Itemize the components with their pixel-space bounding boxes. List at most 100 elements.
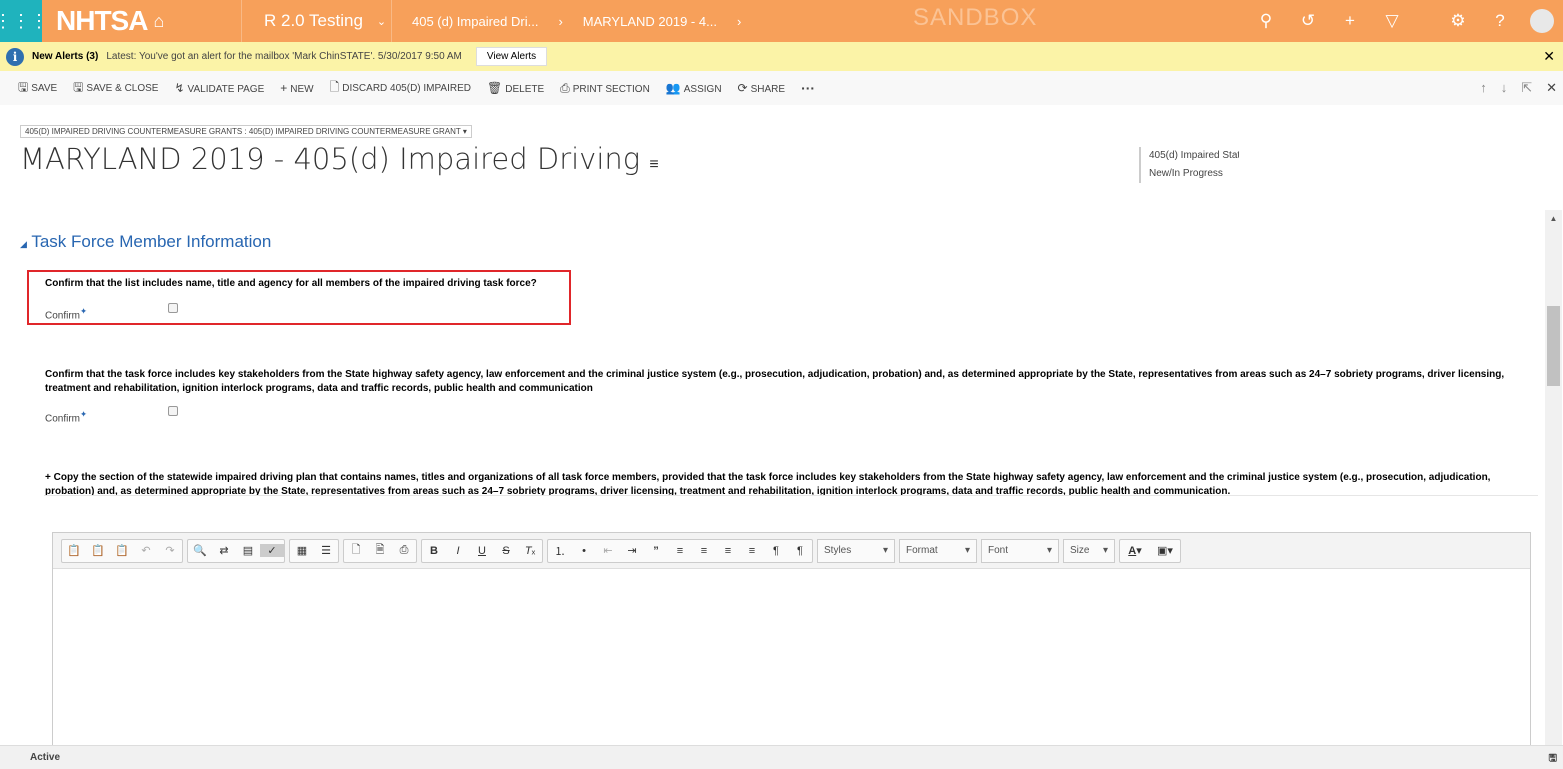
save-close-button[interactable]: 🖫 SAVE & CLOSE: [73, 78, 158, 99]
delete-button[interactable]: 🗑 DELETE: [487, 81, 544, 95]
scroll-up-icon[interactable]: ▲: [1545, 210, 1562, 223]
rtl-icon[interactable]: ¶: [788, 545, 812, 557]
italic-icon[interactable]: I: [446, 545, 470, 557]
home-icon[interactable]: ⌂: [153, 11, 164, 32]
scrollbar-thumb[interactable]: [1547, 306, 1560, 386]
arrow-up-icon[interactable]: ↑: [1480, 80, 1487, 96]
confirm-label-2: Confirm✦: [45, 409, 87, 425]
format-dropdown[interactable]: Format ▾: [899, 538, 977, 563]
confirm-label-1: Confirm✦: [45, 306, 87, 322]
new-page-icon[interactable]: 🗋: [344, 541, 368, 560]
rich-text-editor[interactable]: 📋 📋 📋 ↶ ↷ 🔍 ⇄ ▤ ✓ ▦ ☰ 🗋 🗎 ⎙ B I U S Tₓ ⒈ • ⇤ ⇥” ≡ ≡ ≡ ≡ ¶ ¶ Sty…: [52, 532, 1531, 747]
bold-icon[interactable]: B: [422, 545, 446, 557]
save-button[interactable]: 🖫 SAVE: [18, 78, 57, 99]
validate-page-button[interactable]: ↯ VALIDATE PAGE: [174, 81, 264, 95]
alert-text: Latest: You've got an alert for the mail…: [106, 51, 462, 62]
assign-icon: 👥: [665, 81, 681, 95]
save-icon: 🖫: [18, 79, 29, 94]
avatar[interactable]: [1521, 9, 1563, 33]
paste-icon[interactable]: 📋: [62, 544, 86, 557]
table-icon[interactable]: ▦: [290, 544, 314, 557]
align-left-icon[interactable]: ≡: [668, 545, 692, 557]
form-selector[interactable]: 405(D) IMPAIRED DRIVING COUNTERMEASURE G…: [20, 125, 472, 138]
status-label: 405(d) Impaired Status: [1149, 150, 1239, 161]
strikethrough-icon[interactable]: S: [494, 545, 518, 557]
view-alerts-button[interactable]: View Alerts: [475, 47, 548, 66]
alert-title[interactable]: New Alerts (3): [32, 51, 98, 62]
underline-icon[interactable]: U: [470, 545, 494, 557]
spellcheck-icon[interactable]: ✓: [260, 544, 284, 557]
size-dropdown[interactable]: Size ▾: [1063, 538, 1115, 563]
close-icon[interactable]: ✕: [1546, 80, 1557, 96]
gear-icon[interactable]: ⚙: [1437, 11, 1479, 31]
horizontal-line-icon[interactable]: ☰: [314, 544, 338, 557]
collapse-icon[interactable]: ◢: [20, 239, 27, 249]
justify-icon[interactable]: ≡: [740, 545, 764, 557]
breadcrumb: 405 (d) Impaired Dri... › MARYLAND 2019 -…: [392, 14, 741, 29]
record-status: Active: [30, 752, 61, 763]
app-selector[interactable]: R 2.0 Testing ⌄: [242, 0, 392, 42]
help-icon[interactable]: ?: [1479, 11, 1521, 31]
plus-icon: +: [280, 81, 288, 95]
plus-icon[interactable]: +: [1329, 11, 1371, 31]
background-color-icon[interactable]: ▣▾: [1150, 544, 1180, 557]
question-2: Confirm that the task force includes key…: [45, 369, 1505, 394]
select-all-icon[interactable]: ▤: [236, 544, 260, 557]
remove-format-icon[interactable]: Tₓ: [518, 545, 542, 557]
paste-text-icon[interactable]: 📋: [86, 544, 110, 557]
section-title[interactable]: ◢ Task Force Member Information: [20, 232, 271, 252]
nhtsa-logo[interactable]: NHTSA ⌂: [42, 0, 242, 42]
assign-button[interactable]: 👥 ASSIGN: [666, 81, 722, 95]
text-color-icon[interactable]: A▾: [1120, 544, 1150, 557]
app-name: R 2.0 Testing: [264, 11, 363, 30]
divider: [44, 495, 1538, 496]
print-section-button[interactable]: ⎙ PRINT SECTION: [560, 81, 650, 96]
filter-icon[interactable]: ▽: [1371, 11, 1413, 31]
arrow-down-icon[interactable]: ↓: [1501, 80, 1508, 96]
paste-word-icon[interactable]: 📋: [110, 544, 134, 557]
undo-icon[interactable]: ↶: [134, 544, 158, 557]
chevron-down-icon: ⌄: [376, 15, 387, 28]
find-icon[interactable]: 🔍: [188, 544, 212, 557]
preview-icon[interactable]: 🗎: [368, 541, 392, 560]
replace-icon[interactable]: ⇄: [212, 544, 236, 557]
chevron-right-icon[interactable]: ›: [737, 14, 741, 29]
info-icon: i: [6, 47, 24, 66]
numbered-list-icon[interactable]: ⒈: [548, 543, 572, 559]
app-launcher-icon[interactable]: ⋮⋮⋮: [0, 0, 48, 42]
blockquote-icon[interactable]: ”: [644, 545, 668, 557]
redo-icon[interactable]: ↷: [158, 544, 182, 557]
save-icon[interactable]: 🖫: [1548, 751, 1557, 768]
indent-icon[interactable]: ⇥: [620, 544, 644, 557]
share-button[interactable]: ⟳ SHARE: [738, 81, 786, 95]
discard-button[interactable]: 🗋 DISCARD 405(D) IMPAIRED: [330, 78, 471, 99]
expand-icon[interactable]: ⇱: [1521, 80, 1532, 96]
styles-dropdown[interactable]: Styles ▾: [817, 538, 895, 563]
align-center-icon[interactable]: ≡: [692, 545, 716, 557]
new-button[interactable]: + NEW: [280, 81, 313, 95]
breadcrumb-record[interactable]: MARYLAND 2019 - 4...: [583, 14, 717, 29]
confirm-checkbox-1[interactable]: [168, 303, 178, 313]
history-icon[interactable]: ↺: [1287, 11, 1329, 31]
scrollbar[interactable]: ▲: [1545, 210, 1562, 746]
question-1: Confirm that the list includes name, tit…: [45, 278, 537, 289]
search-icon[interactable]: ⚲: [1245, 11, 1287, 31]
status-value: New/In Progress: [1149, 168, 1223, 179]
align-right-icon[interactable]: ≡: [716, 545, 740, 557]
chevron-right-icon[interactable]: ›: [558, 14, 562, 29]
breadcrumb-entity[interactable]: 405 (d) Impaired Dri...: [412, 14, 538, 29]
share-icon: ⟳: [737, 81, 748, 95]
command-bar: 🖫 SAVE 🖫 SAVE & CLOSE ↯ VALIDATE PAGE + NEW …: [0, 71, 1563, 105]
confirm-checkbox-2[interactable]: [168, 406, 178, 416]
ltr-icon[interactable]: ¶: [764, 545, 788, 557]
close-icon[interactable]: ✕: [1543, 48, 1555, 65]
font-dropdown[interactable]: Font ▾: [981, 538, 1059, 563]
menu-icon[interactable]: ≡: [649, 154, 658, 173]
status-field: 405(d) Impaired Status New/In Progress: [1139, 147, 1239, 183]
bulleted-list-icon[interactable]: •: [572, 545, 596, 557]
outdent-icon[interactable]: ⇤: [596, 544, 620, 557]
discard-icon: 🗋: [329, 79, 340, 94]
editor-toolbar: 📋 📋 📋 ↶ ↷ 🔍 ⇄ ▤ ✓ ▦ ☰ 🗋 🗎 ⎙ B I U S Tₓ ⒈ • ⇤ ⇥” ≡ ≡ ≡ ≡ ¶ ¶ Sty…: [53, 533, 1530, 569]
more-icon[interactable]: ···: [801, 80, 815, 96]
print-icon[interactable]: ⎙: [392, 544, 416, 557]
